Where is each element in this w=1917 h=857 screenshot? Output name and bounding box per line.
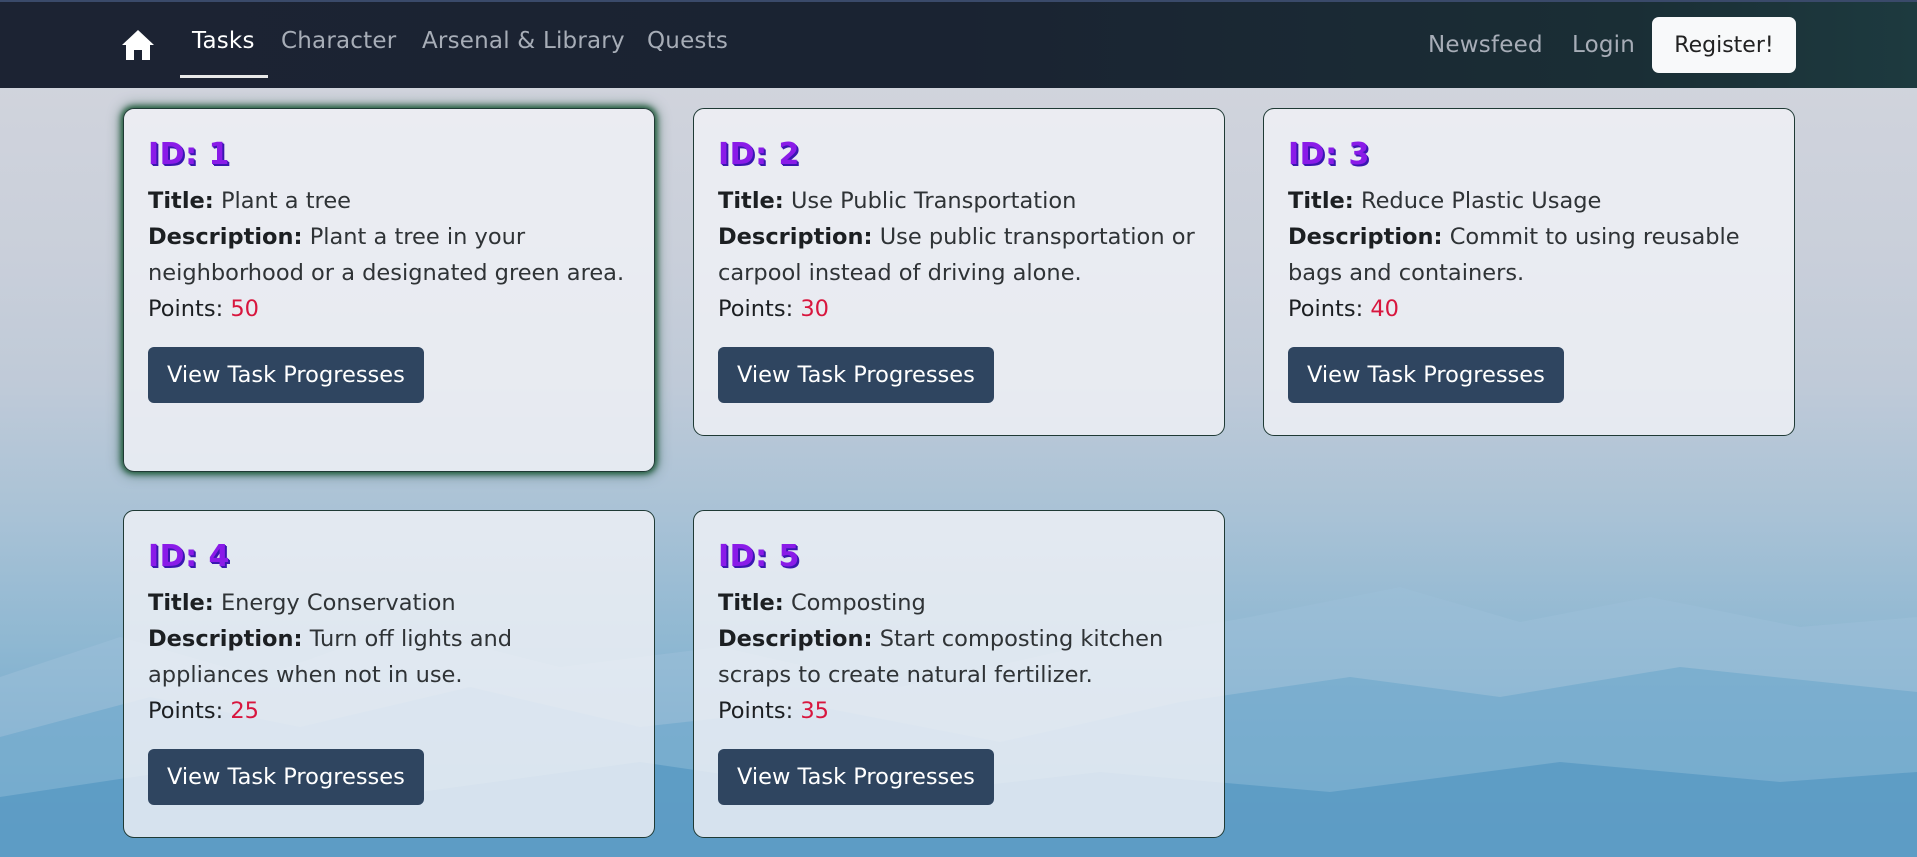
task-description: Description: Use public transportation o… xyxy=(718,224,1195,286)
task-id: ID: 5 xyxy=(718,539,800,574)
active-tab-indicator xyxy=(180,75,268,78)
task-title: Title: Composting xyxy=(718,590,926,616)
view-task-progresses-button[interactable]: View Task Progresses xyxy=(148,347,424,403)
view-task-progresses-button[interactable]: View Task Progresses xyxy=(718,749,994,805)
task-description: Description: Commit to using reusable ba… xyxy=(1288,224,1740,286)
register-button[interactable]: Register! xyxy=(1652,17,1796,73)
nav-link-tasks[interactable]: Tasks xyxy=(192,28,255,54)
task-id: ID: 3 xyxy=(1288,137,1370,172)
task-description: Description: Plant a tree in your neighb… xyxy=(148,224,625,286)
task-id: ID: 2 xyxy=(718,137,800,172)
home-icon[interactable] xyxy=(120,28,156,62)
task-description: Description: Start composting kitchen sc… xyxy=(718,626,1164,688)
task-title: Title: Energy Conservation xyxy=(148,590,456,616)
task-card: ID: 2 Title: Use Public Transportation D… xyxy=(693,108,1225,436)
task-points: Points: 30 xyxy=(718,296,829,322)
task-id: ID: 1 xyxy=(148,137,230,172)
task-card: ID: 4 Title: Energy Conservation Descrip… xyxy=(123,510,655,838)
view-task-progresses-button[interactable]: View Task Progresses xyxy=(148,749,424,805)
task-card: ID: 3 Title: Reduce Plastic Usage Descri… xyxy=(1263,108,1795,436)
task-points: Points: 35 xyxy=(718,698,829,724)
task-points: Points: 40 xyxy=(1288,296,1399,322)
nav-link-quests[interactable]: Quests xyxy=(647,28,728,54)
nav-link-login[interactable]: Login xyxy=(1572,32,1635,58)
task-id: ID: 4 xyxy=(148,539,230,574)
task-points: Points: 50 xyxy=(148,296,259,322)
task-card: ID: 1 Title: Plant a tree Description: P… xyxy=(123,108,655,472)
view-task-progresses-button[interactable]: View Task Progresses xyxy=(1288,347,1564,403)
nav-link-arsenal-library[interactable]: Arsenal & Library xyxy=(422,28,625,54)
task-title: Title: Plant a tree xyxy=(148,188,351,214)
task-card: ID: 5 Title: Composting Description: Sta… xyxy=(693,510,1225,838)
top-navbar: Tasks Character Arsenal & Library Quests… xyxy=(0,0,1917,88)
nav-link-newsfeed[interactable]: Newsfeed xyxy=(1428,32,1543,58)
task-points: Points: 25 xyxy=(148,698,259,724)
nav-link-character[interactable]: Character xyxy=(281,28,396,54)
view-task-progresses-button[interactable]: View Task Progresses xyxy=(718,347,994,403)
task-title: Title: Use Public Transportation xyxy=(718,188,1077,214)
task-description: Description: Turn off lights and applian… xyxy=(148,626,513,688)
task-title: Title: Reduce Plastic Usage xyxy=(1288,188,1602,214)
